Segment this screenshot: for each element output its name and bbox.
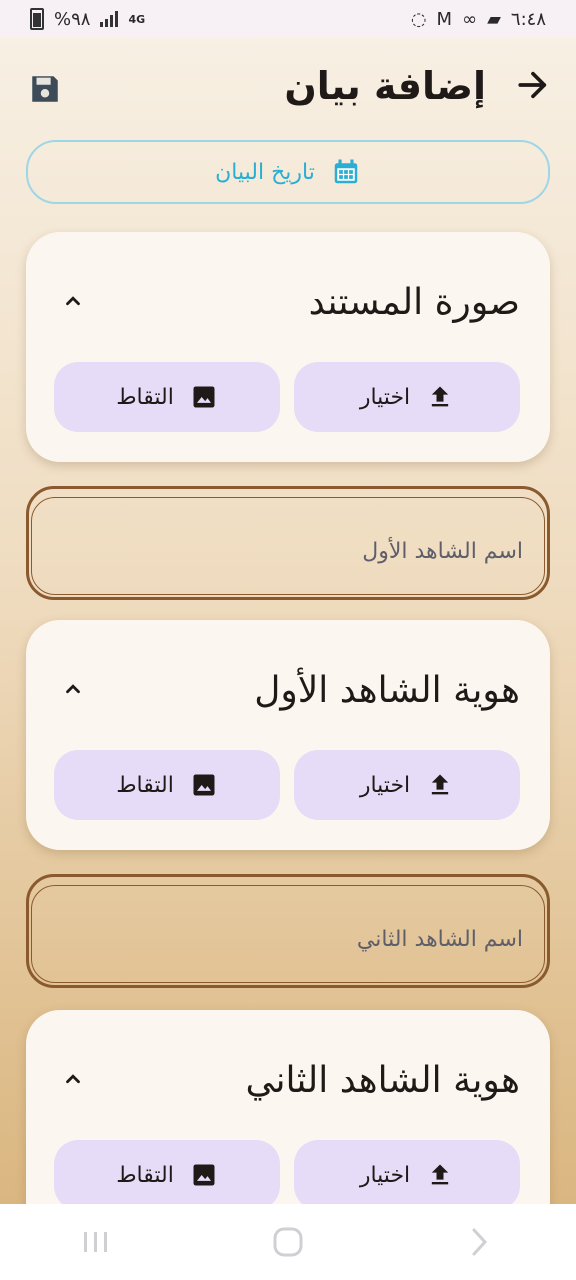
- image-icon: [193, 1164, 215, 1186]
- section-title: هوية الشاهد الثاني: [245, 1060, 520, 1101]
- back-nav-icon: [472, 1228, 488, 1256]
- section-title: هوية الشاهد الأول: [254, 670, 520, 711]
- upload-icon: [432, 1164, 449, 1185]
- pick-button[interactable]: اختيار: [294, 1140, 520, 1210]
- clock: ٦:٤٨: [510, 8, 546, 30]
- capture-button[interactable]: التقاط: [54, 1140, 280, 1210]
- chevron-up-icon[interactable]: [62, 1068, 84, 1090]
- recent-apps-icon: [84, 1232, 107, 1252]
- chevron-up-icon[interactable]: [62, 678, 84, 700]
- floppy-save-icon[interactable]: [28, 72, 62, 106]
- capture-button[interactable]: التقاط: [54, 750, 280, 820]
- upload-icon: [432, 774, 449, 795]
- section-title: صورة المستند: [308, 282, 520, 323]
- battery-icon: [30, 8, 44, 30]
- image-icon: [193, 774, 215, 796]
- app-bar: إضافة بيان: [0, 38, 576, 142]
- section-document-image: صورة المستند اختيار التقاط: [26, 232, 550, 462]
- pick-label: اختيار: [359, 1162, 411, 1188]
- network-type: 4G: [128, 12, 146, 26]
- home-button[interactable]: [268, 1222, 308, 1262]
- date-picker-button[interactable]: تاريخ البيان: [26, 140, 550, 204]
- calendar-icon: [334, 159, 358, 184]
- status-left: %٩٨ 4G: [30, 8, 145, 30]
- screen-record-icon: ◌: [410, 8, 427, 30]
- link-icon: ∞: [462, 8, 478, 30]
- capture-label: التقاط: [116, 384, 174, 410]
- field-placeholder: اسم الشاهد الثاني: [356, 927, 523, 952]
- status-bar: %٩٨ 4G ◌ M ∞ ▰ ٦:٤٨: [0, 0, 576, 38]
- home-icon: [273, 1227, 303, 1257]
- status-right: ◌ M ∞ ▰ ٦:٤٨: [411, 9, 546, 30]
- upload-icon: [432, 386, 449, 407]
- pick-button[interactable]: اختيار: [294, 750, 520, 820]
- chevron-up-icon[interactable]: [62, 290, 84, 312]
- signal-icon: [100, 11, 119, 27]
- capture-label: التقاط: [116, 1162, 174, 1188]
- page-title: إضافة بيان: [284, 64, 486, 108]
- image-icon: [193, 386, 215, 408]
- pick-label: اختيار: [359, 772, 411, 798]
- field-placeholder: اسم الشاهد الأول: [362, 539, 523, 564]
- capture-label: التقاط: [116, 772, 174, 798]
- message-icon: ▰: [487, 8, 501, 30]
- pick-button[interactable]: اختيار: [294, 362, 520, 432]
- arrow-right-icon[interactable]: [516, 68, 550, 102]
- recent-apps-button[interactable]: [76, 1222, 116, 1262]
- gmail-icon: M: [436, 8, 453, 30]
- second-witness-name-field[interactable]: اسم الشاهد الثاني: [26, 874, 550, 988]
- battery-level: %٩٨: [54, 8, 91, 30]
- date-button-label: تاريخ البيان: [215, 159, 315, 185]
- section-first-witness-id: هوية الشاهد الأول اختيار التقاط: [26, 620, 550, 850]
- pick-label: اختيار: [359, 384, 411, 410]
- back-button[interactable]: [460, 1222, 500, 1262]
- system-navigation-bar: [0, 1204, 576, 1280]
- capture-button[interactable]: التقاط: [54, 362, 280, 432]
- first-witness-name-field[interactable]: اسم الشاهد الأول: [26, 486, 550, 600]
